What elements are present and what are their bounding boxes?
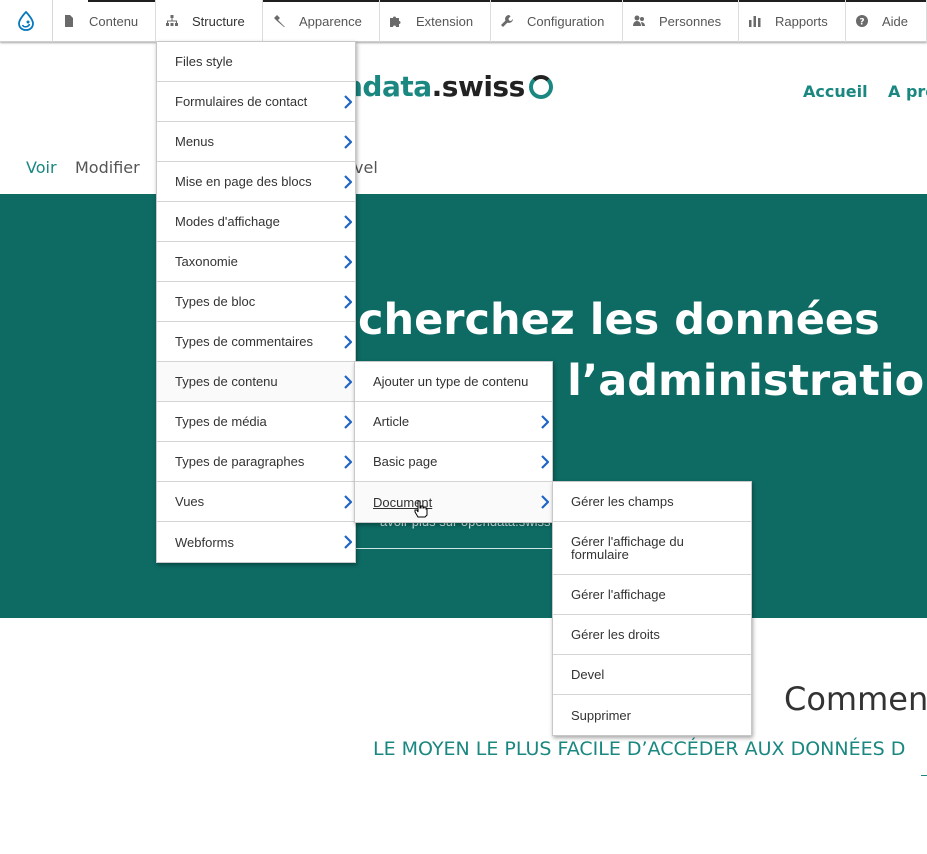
- chevron-right-icon: [344, 454, 353, 469]
- admin-toolbar: Contenu Structure Apparence Extension Co…: [0, 0, 927, 42]
- tab-modifier[interactable]: Modifier: [75, 158, 140, 177]
- menu-item-vues[interactable]: Vues: [157, 482, 355, 522]
- menu-item-gerer-les-champs[interactable]: Gérer les champs: [553, 482, 751, 522]
- menu-item-article[interactable]: Article: [355, 402, 552, 442]
- chevron-right-icon: [344, 374, 353, 389]
- menu-item-types-de-contenu[interactable]: Types de contenu: [157, 362, 355, 402]
- chevron-right-icon: [344, 174, 353, 189]
- menu-item-mise-en-page-des-blocs[interactable]: Mise en page des blocs: [157, 162, 355, 202]
- toolbar-tab-label: Apparence: [299, 13, 362, 29]
- nav-link-a-propos[interactable]: A pro: [888, 82, 927, 101]
- nav-link-accueil[interactable]: Accueil: [803, 82, 868, 101]
- section-subtitle: LE MOYEN LE PLUS FACILE D’ACCÉDER AUX DO…: [373, 738, 906, 760]
- hand-cursor-icon: [413, 500, 429, 518]
- menu-item-gerer-les-droits[interactable]: Gérer les droits: [553, 615, 751, 655]
- chevron-right-icon: [344, 535, 353, 549]
- chevron-right-icon: [541, 414, 550, 429]
- menu-item-basic-page[interactable]: Basic page: [355, 442, 552, 482]
- chevron-right-icon: [344, 494, 353, 509]
- brush-icon: [273, 15, 285, 27]
- chevron-right-icon: [541, 495, 550, 509]
- structure-dropdown-menu: Files style Formulaires de contact Menus…: [156, 41, 356, 563]
- document-submenu: Gérer les champs Gérer l'affichage du fo…: [552, 481, 752, 736]
- menu-item-types-de-commentaires[interactable]: Types de commentaires: [157, 322, 355, 362]
- toolbar-tab-apparence[interactable]: Apparence: [263, 0, 380, 42]
- chevron-right-icon: [344, 254, 353, 269]
- menu-item-formulaires-de-contact[interactable]: Formulaires de contact: [157, 82, 355, 122]
- site-logo[interactable]: ndata.swiss: [343, 70, 553, 103]
- chevron-right-icon: [344, 94, 353, 109]
- menu-item-gerer-affichage[interactable]: Gérer l'affichage: [553, 575, 751, 615]
- toolbar-tab-contenu[interactable]: Contenu: [53, 0, 156, 42]
- menu-item-gerer-affichage-formulaire[interactable]: Gérer l'affichage du formulaire: [553, 522, 751, 575]
- toolbar-tab-label: Configuration: [527, 13, 605, 29]
- menu-item-taxonomie[interactable]: Taxonomie: [157, 242, 355, 282]
- toolbar-tab-aide[interactable]: ? Aide: [846, 0, 927, 42]
- menu-item-types-de-media[interactable]: Types de média: [157, 402, 355, 442]
- chevron-right-icon: [344, 294, 353, 309]
- toolbar-tab-label: Rapports: [775, 13, 828, 29]
- menu-item-ajouter-type-de-contenu[interactable]: Ajouter un type de contenu: [355, 362, 552, 402]
- toolbar-tab-personnes[interactable]: Personnes: [623, 0, 739, 42]
- toolbar-tab-label: Aide: [882, 13, 909, 29]
- people-icon: [633, 15, 645, 27]
- menu-item-supprimer[interactable]: Supprimer: [553, 695, 751, 735]
- toolbar-tab-structure[interactable]: Structure: [156, 0, 263, 42]
- chevron-right-icon: [344, 134, 353, 149]
- menu-item-types-de-paragraphes[interactable]: Types de paragraphes: [157, 442, 355, 482]
- chevron-right-icon: [541, 454, 550, 469]
- tab-devel[interactable]: vel: [354, 158, 378, 177]
- file-icon: [63, 15, 75, 27]
- svg-text:?: ?: [859, 18, 864, 28]
- menu-item-types-de-bloc[interactable]: Types de bloc: [157, 282, 355, 322]
- toolbar-tab-label: Structure: [192, 13, 245, 29]
- section-divider: [921, 775, 927, 776]
- toolbar-tab-label: Contenu: [89, 13, 139, 29]
- logo-ring-icon: [528, 75, 553, 99]
- question-icon: ?: [856, 15, 868, 27]
- toolbar-tab-configuration[interactable]: Configuration: [491, 0, 623, 42]
- menu-item-menus[interactable]: Menus: [157, 122, 355, 162]
- toolbar-tab-label: Personnes: [659, 13, 722, 29]
- section-title: Comment: [784, 680, 927, 718]
- toolbar-tab-rapports[interactable]: Rapports: [739, 0, 846, 42]
- wrench-icon: [501, 15, 513, 27]
- chevron-right-icon: [344, 334, 353, 349]
- menu-item-files-style[interactable]: Files style: [157, 42, 355, 82]
- menu-item-document[interactable]: Document: [355, 482, 552, 522]
- hero-link-underline: [352, 548, 552, 549]
- sitemap-icon: [166, 15, 178, 27]
- chevron-right-icon: [344, 214, 353, 229]
- chart-icon: [749, 15, 761, 27]
- puzzle-icon: [390, 15, 402, 27]
- menu-item-modes-d-affichage[interactable]: Modes d'affichage: [157, 202, 355, 242]
- content-types-submenu: Ajouter un type de contenu Article Basic…: [354, 361, 553, 523]
- drupal-drop-icon[interactable]: [0, 0, 53, 42]
- menu-item-devel[interactable]: Devel: [553, 655, 751, 695]
- chevron-right-icon: [344, 414, 353, 429]
- tab-voir[interactable]: Voir: [26, 158, 57, 177]
- toolbar-tab-label: Extension: [416, 13, 474, 29]
- toolbar-tab-extension[interactable]: Extension: [380, 0, 491, 42]
- menu-item-webforms[interactable]: Webforms: [157, 522, 355, 562]
